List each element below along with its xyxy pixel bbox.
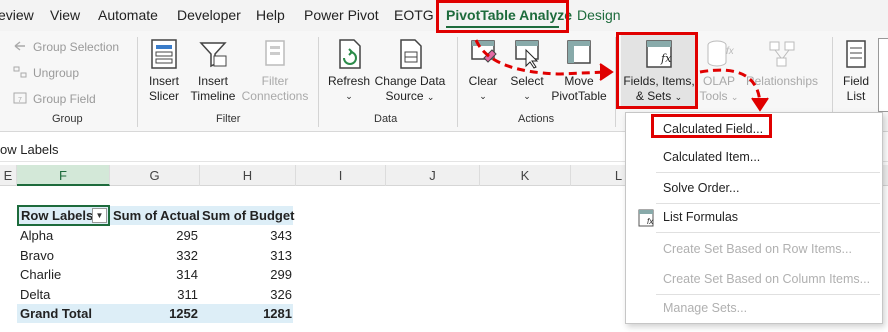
arrow-head-icon [599,63,614,81]
arrow-head-icon [751,97,769,112]
arrow-to-calculated-field [699,68,762,105]
arrow-to-fields-items-sets [474,39,607,76]
annotation-arrows [474,39,769,112]
